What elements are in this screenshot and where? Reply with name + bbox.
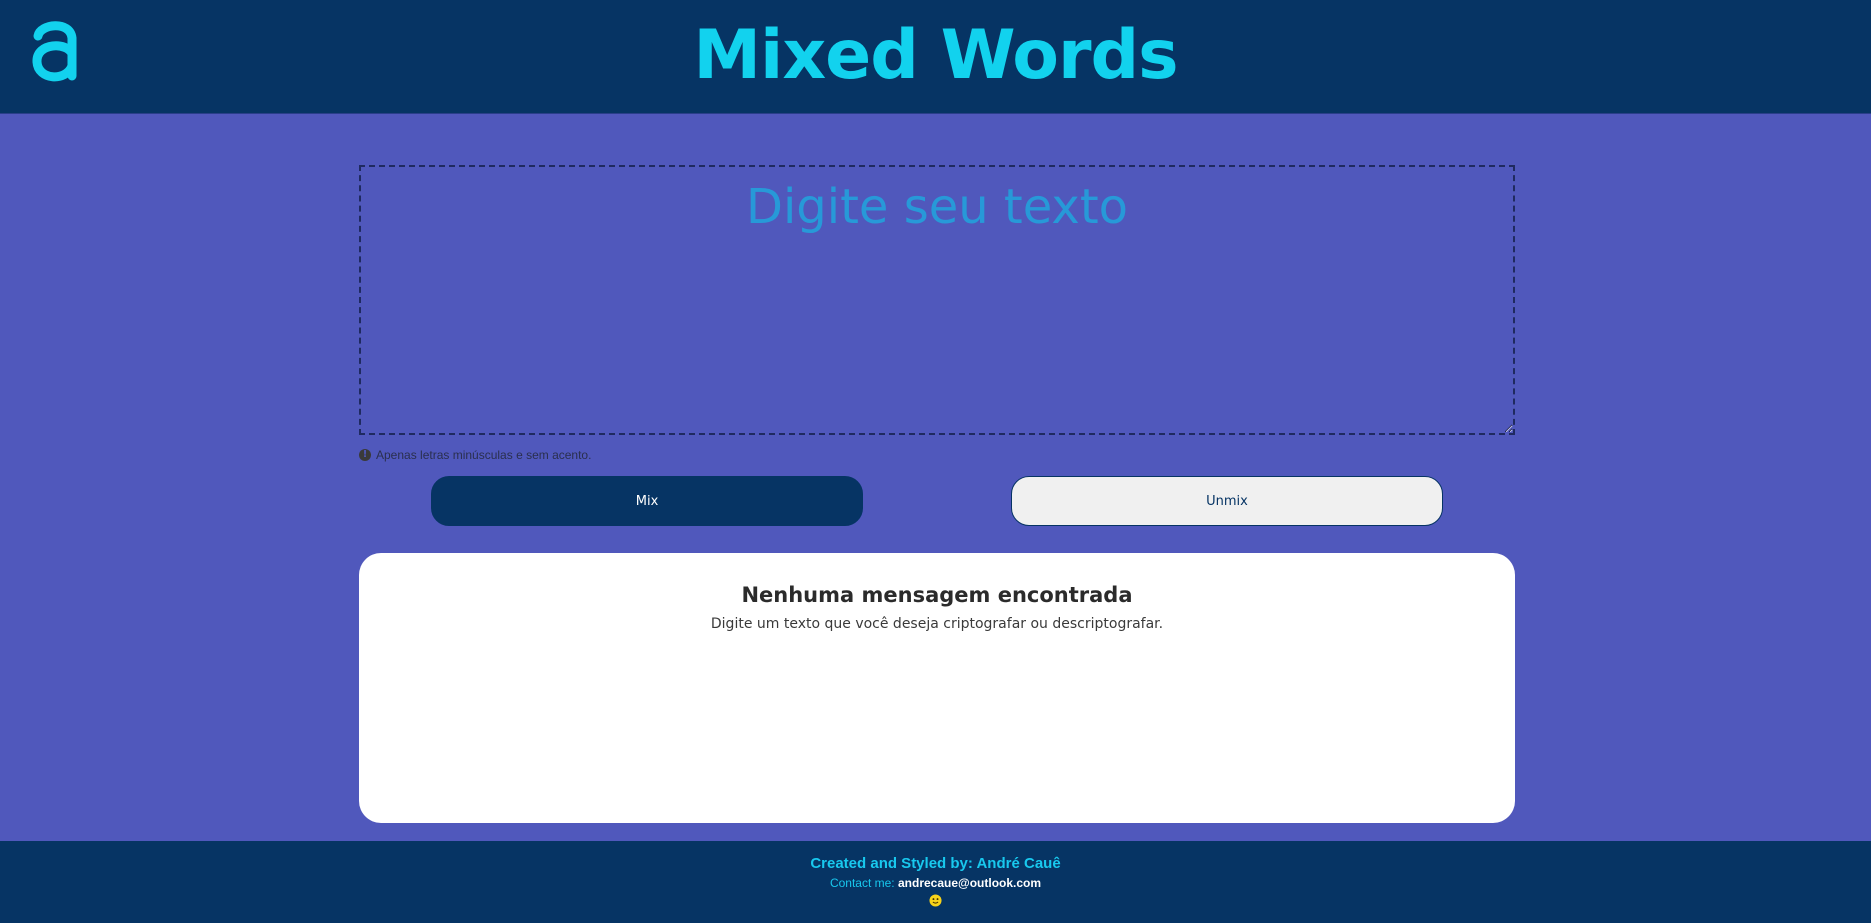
contact-email-link[interactable]: andrecaue@outlook.com — [898, 876, 1041, 890]
hint-text: Apenas letras minúsculas e sem acento. — [376, 448, 592, 462]
unmix-button[interactable]: Unmix — [1011, 476, 1443, 526]
text-input[interactable] — [359, 165, 1515, 435]
footer-credit: Created and Styled by: André Cauê — [810, 855, 1061, 872]
site-footer: Created and Styled by: André Cauê Contac… — [0, 841, 1871, 923]
input-hint: ! Apenas letras minúsculas e sem acento. — [359, 447, 591, 463]
smiley-face-icon — [929, 894, 942, 907]
result-title: Nenhuma mensagem encontrada — [741, 583, 1133, 607]
site-header: Mixed Words — [0, 0, 1871, 114]
contact-label: Contact me: — [829, 876, 895, 890]
info-icon: ! — [359, 449, 371, 461]
result-subtitle: Digite um texto que você deseja criptogr… — [710, 616, 1164, 632]
footer-contact: Contact me: andrecaue@outlook.com — [0, 876, 1871, 890]
page-title: Mixed Words — [693, 16, 1178, 95]
result-card: Nenhuma mensagem encontrada Digite um te… — [359, 553, 1515, 823]
mix-button[interactable]: Mix — [431, 476, 863, 526]
